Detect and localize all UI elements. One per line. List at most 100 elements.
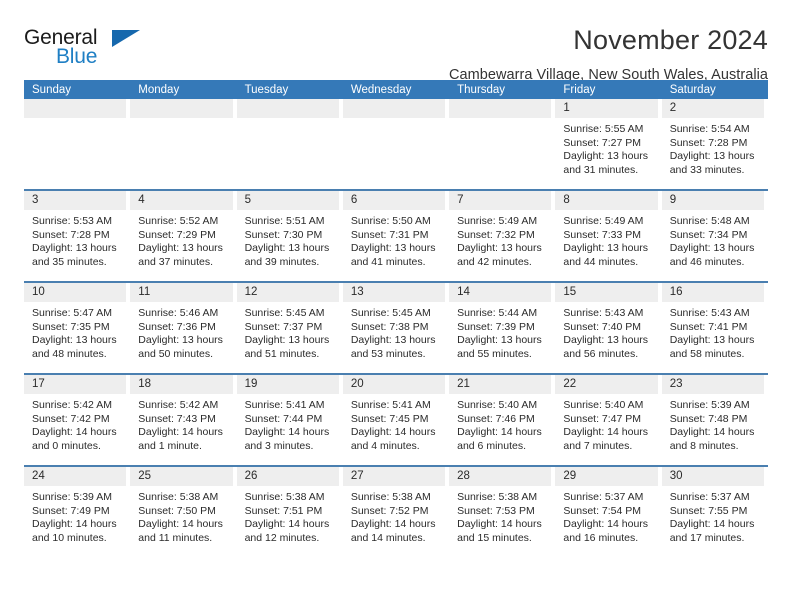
calendar-day-cell[interactable]: 10 Sunrise: 5:47 AM Sunset: 7:35 PM Dayligh… (24, 283, 130, 373)
day-number: 4 (130, 191, 233, 210)
daylight-text: Daylight: 14 hours (457, 426, 542, 439)
sunrise-text: Sunrise: 5:52 AM (138, 215, 219, 227)
calendar-day-cell[interactable]: 22 Sunrise: 5:40 AM Sunset: 7:47 PM Dayligh… (555, 375, 661, 465)
sunrise-text: Sunrise: 5:41 AM (244, 399, 325, 411)
calendar-day-cell[interactable]: 15 Sunrise: 5:43 AM Sunset: 7:40 PM Dayligh… (555, 283, 661, 373)
daylight-text: Daylight: 14 hours (138, 426, 223, 439)
calendar-day-cell[interactable]: 27 Sunrise: 5:38 AM Sunset: 7:52 PM Dayligh… (342, 467, 449, 557)
calendar-day-cell[interactable]: 5 Sunrise: 5:51 AM Sunset: 7:30 PM Daylight… (236, 191, 343, 281)
day-details: Sunrise: 5:45 AM Sunset: 7:37 PM Daylight:… (237, 302, 339, 361)
sunrise-text: Sunrise: 5:53 AM (32, 215, 112, 227)
daylight-text: Daylight: 13 hours (563, 150, 649, 163)
calendar-day-cell[interactable]: 18 Sunrise: 5:42 AM Sunset: 7:43 PM Dayligh… (130, 375, 236, 465)
calendar-day-cell[interactable]: 16 Sunrise: 5:43 AM Sunset: 7:41 PM Dayligh… (661, 283, 768, 373)
day-number: 16 (661, 283, 764, 302)
day-details: Sunrise: 5:41 AM Sunset: 7:45 PM Daylight:… (343, 394, 445, 453)
day-details: Sunrise: 5:41 AM Sunset: 7:44 PM Daylight:… (237, 394, 339, 453)
calendar-day-cell[interactable]: 8 Sunrise: 5:49 AM Sunset: 7:33 PM Daylight… (555, 191, 661, 281)
daylight-text: Daylight: 14 hours (563, 518, 649, 531)
sunset-text: Sunset: 7:38 PM (350, 320, 429, 333)
calendar-day-cell[interactable]: 24 Sunrise: 5:39 AM Sunset: 7:49 PM Dayligh… (24, 467, 130, 557)
calendar-day-cell[interactable]: 13 Sunrise: 5:45 AM Sunset: 7:38 PM Dayligh… (342, 283, 449, 373)
day-number: 3 (24, 191, 127, 210)
calendar-day-cell[interactable]: 6 Sunrise: 5:50 AM Sunset: 7:31 PM Daylight… (342, 191, 449, 281)
calendar-day-cell[interactable]: 20 Sunrise: 5:41 AM Sunset: 7:45 PM Dayligh… (342, 375, 449, 465)
calendar-day-cell[interactable]: 30 Sunrise: 5:37 AM Sunset: 7:55 PM Dayligh… (661, 467, 768, 557)
sunrise-text: Sunrise: 5:38 AM (138, 491, 219, 503)
daylight-text: Daylight: 13 hours (138, 242, 223, 255)
calendar-day-cell[interactable]: 12 Sunrise: 5:45 AM Sunset: 7:37 PM Dayligh… (236, 283, 343, 373)
day-number: 30 (661, 467, 764, 486)
sunset-text: Sunset: 7:40 PM (563, 320, 642, 333)
day-details: Sunrise: 5:54 AM Sunset: 7:28 PM Daylight:… (662, 118, 764, 177)
calendar-day-cell[interactable]: 21 Sunrise: 5:40 AM Sunset: 7:46 PM Dayligh… (449, 375, 555, 465)
calendar-day-cell[interactable]: 28 Sunrise: 5:38 AM Sunset: 7:53 PM Dayligh… (449, 467, 555, 557)
daylight-text: and 17 minutes. (669, 531, 745, 544)
logo-text-blue: Blue (56, 45, 98, 68)
daylight-text: and 15 minutes. (457, 531, 532, 544)
calendar-day-cell[interactable]: 2 Sunrise: 5:54 AM Sunset: 7:28 PM Daylight… (661, 99, 768, 189)
day-details: Sunrise: 5:37 AM Sunset: 7:55 PM Daylight:… (662, 486, 764, 545)
daylight-text: and 11 minutes. (138, 531, 213, 544)
sunset-text: Sunset: 7:31 PM (350, 228, 429, 241)
sunset-text: Sunset: 7:29 PM (138, 228, 216, 241)
daylight-text: Daylight: 13 hours (457, 242, 542, 255)
title-block: November 2024 Cambewarra Village, New So… (139, 24, 768, 85)
general-blue-logo[interactable]: General Blue (24, 24, 140, 70)
calendar-day-cell[interactable]: 11 Sunrise: 5:46 AM Sunset: 7:36 PM Dayligh… (130, 283, 236, 373)
sunset-text: Sunset: 7:50 PM (138, 504, 216, 517)
day-details: Sunrise: 5:52 AM Sunset: 7:29 PM Daylight:… (130, 210, 232, 269)
sunset-text: Sunset: 7:44 PM (244, 412, 323, 425)
day-details: Sunrise: 5:38 AM Sunset: 7:50 PM Daylight:… (130, 486, 232, 545)
sunrise-text: Sunrise: 5:46 AM (138, 307, 219, 319)
day-number: 17 (24, 375, 127, 394)
day-number: 13 (342, 283, 446, 302)
sunset-text: Sunset: 7:30 PM (244, 228, 323, 241)
sunrise-text: Sunrise: 5:48 AM (669, 215, 750, 227)
daylight-text: and 7 minutes. (563, 439, 633, 452)
sunrise-text: Sunrise: 5:45 AM (244, 307, 325, 319)
daylight-text: Daylight: 13 hours (32, 242, 117, 255)
sunset-text: Sunset: 7:52 PM (350, 504, 429, 517)
day-details: Sunrise: 5:43 AM Sunset: 7:41 PM Daylight:… (662, 302, 764, 361)
daylight-text: and 55 minutes. (457, 347, 532, 360)
day-number: 18 (130, 375, 233, 394)
daylight-text: and 6 minutes. (457, 439, 527, 452)
calendar-day-cell[interactable]: 1 Sunrise: 5:55 AM Sunset: 7:27 PM Daylight… (555, 99, 661, 189)
calendar-day-cell[interactable]: 26 Sunrise: 5:38 AM Sunset: 7:51 PM Dayligh… (236, 467, 343, 557)
calendar-day-cell[interactable]: 29 Sunrise: 5:37 AM Sunset: 7:54 PM Dayligh… (555, 467, 661, 557)
daylight-text: and 1 minute. (138, 439, 202, 452)
sunrise-text: Sunrise: 5:42 AM (138, 399, 219, 411)
daylight-text: Daylight: 13 hours (563, 242, 649, 255)
sunset-text: Sunset: 7:45 PM (350, 412, 429, 425)
day-details: Sunrise: 5:43 AM Sunset: 7:40 PM Daylight:… (555, 302, 657, 361)
calendar-empty-cell (342, 99, 449, 189)
calendar-empty-cell (24, 99, 130, 189)
sunset-text: Sunset: 7:28 PM (669, 136, 748, 149)
calendar-day-cell[interactable]: 14 Sunrise: 5:44 AM Sunset: 7:39 PM Dayligh… (449, 283, 555, 373)
sunset-text: Sunset: 7:48 PM (669, 412, 748, 425)
daylight-text: and 33 minutes. (669, 163, 745, 176)
daylight-text: Daylight: 14 hours (138, 518, 223, 531)
daylight-text: Daylight: 13 hours (244, 242, 330, 255)
calendar-day-cell[interactable]: 4 Sunrise: 5:52 AM Sunset: 7:29 PM Daylight… (130, 191, 236, 281)
sunrise-text: Sunrise: 5:37 AM (563, 491, 644, 503)
sunrise-text: Sunrise: 5:40 AM (563, 399, 644, 411)
day-details: Sunrise: 5:46 AM Sunset: 7:36 PM Daylight:… (130, 302, 232, 361)
calendar-day-cell[interactable]: 23 Sunrise: 5:39 AM Sunset: 7:48 PM Dayligh… (661, 375, 768, 465)
calendar-day-cell[interactable]: 25 Sunrise: 5:38 AM Sunset: 7:50 PM Dayligh… (130, 467, 236, 557)
calendar-day-cell[interactable]: 17 Sunrise: 5:42 AM Sunset: 7:42 PM Dayligh… (24, 375, 130, 465)
calendar-grid: Sunday Monday Tuesday Wednesday Thursday Frid… (24, 80, 768, 557)
daylight-text: and 31 minutes. (563, 163, 639, 176)
daylight-text: and 3 minutes. (244, 439, 314, 452)
calendar-day-cell[interactable]: 3 Sunrise: 5:53 AM Sunset: 7:28 PM Daylight… (24, 191, 130, 281)
calendar-day-cell[interactable]: 19 Sunrise: 5:41 AM Sunset: 7:44 PM Dayligh… (236, 375, 343, 465)
sunrise-text: Sunrise: 5:55 AM (563, 123, 644, 135)
sunset-text: Sunset: 7:28 PM (32, 228, 110, 241)
calendar-day-cell[interactable]: 9 Sunrise: 5:48 AM Sunset: 7:34 PM Daylight… (661, 191, 768, 281)
sunrise-text: Sunrise: 5:38 AM (457, 491, 538, 503)
sunrise-text: Sunrise: 5:47 AM (32, 307, 112, 319)
calendar-day-cell[interactable]: 7 Sunrise: 5:49 AM Sunset: 7:32 PM Daylight… (449, 191, 555, 281)
daylight-text: Daylight: 13 hours (350, 334, 436, 347)
sunset-text: Sunset: 7:34 PM (669, 228, 748, 241)
